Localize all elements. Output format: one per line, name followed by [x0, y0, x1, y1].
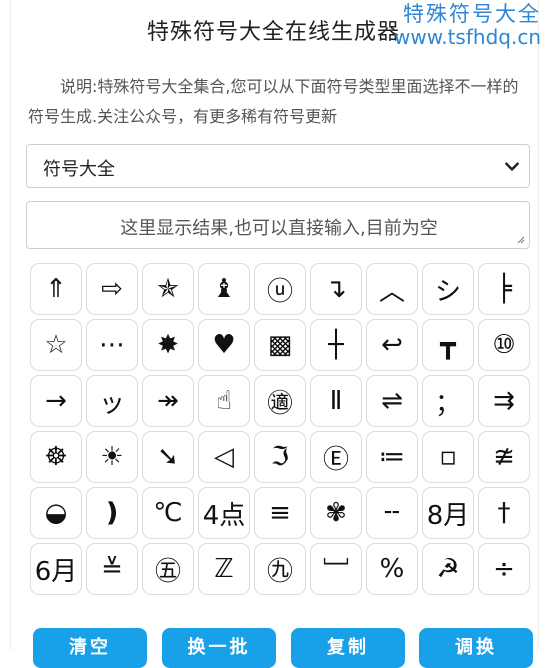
symbol-cell[interactable]: ッ	[86, 375, 138, 427]
symbol-cell[interactable]: ▫	[422, 431, 474, 483]
more-button[interactable]: 调换	[419, 628, 533, 668]
symbol-cell[interactable]: ╌	[366, 487, 418, 539]
chevron-down-icon	[505, 162, 519, 171]
symbol-cell[interactable]: Ⅱ	[310, 375, 362, 427]
symbol-cell[interactable]: 4点	[198, 487, 250, 539]
category-select-value: 符号大全	[43, 159, 115, 180]
copy-button[interactable]: 复制	[291, 628, 405, 668]
symbol-cell[interactable]: %	[366, 543, 418, 595]
symbol-cell[interactable]: 8月	[422, 487, 474, 539]
symbol-cell[interactable]: ↠	[142, 375, 194, 427]
symbol-cell[interactable]: ⇨	[86, 263, 138, 315]
symbol-cell[interactable]: ◁	[198, 431, 250, 483]
symbol-cell[interactable]: ≡	[254, 487, 306, 539]
symbol-cell[interactable]: ➘	[142, 431, 194, 483]
symbol-cell[interactable]: ↴	[310, 263, 362, 315]
symbol-cell[interactable]: ⑩	[478, 319, 530, 371]
symbol-cell[interactable]: ◒	[30, 487, 82, 539]
symbol-cell[interactable]: ；	[422, 375, 474, 427]
description-text: 说明:特殊符号大全集合,您可以从下面符号类型里面选择不一样的符号生成.关注公众号…	[28, 77, 519, 126]
symbol-cell[interactable]: ℤ	[198, 543, 250, 595]
symbol-cell[interactable]: ♝	[198, 263, 250, 315]
symbol-cell[interactable]: ⇑	[30, 263, 82, 315]
symbol-cell[interactable]: 6月	[30, 543, 82, 595]
change-batch-button[interactable]: 换一批	[162, 628, 276, 668]
category-select[interactable]: 符号大全	[26, 144, 530, 188]
symbol-cell[interactable]: ┼	[310, 319, 362, 371]
watermark-line2: www.tsfhdq.cn	[394, 25, 541, 50]
watermark-line1: 特殊符号大全	[403, 2, 541, 26]
clear-button[interactable]: 清空	[33, 628, 147, 668]
symbol-cell[interactable]: シ	[422, 263, 474, 315]
symbol-cell[interactable]: ✸	[142, 319, 194, 371]
symbol-cell[interactable]: ☀	[86, 431, 138, 483]
symbol-grid: ⇑ ⇨ ✯ ♝ ⓤ ↴ ︿ シ ╞ ☆ ⋯ ✸ ♥ ▩ ┼ ↩ ┳ ⑩ → ッ ↠ ☝ ㊜ Ⅱ ⇌； ⇉ ☸ ☀ ➘ ◁ ℑ Ⓔ ≔ ▫ ≇ ◒ ❫ ℃ 4…	[30, 263, 530, 595]
symbol-cell[interactable]: †	[478, 487, 530, 539]
result-placeholder: 这里显示结果,也可以直接输入,目前为空	[120, 218, 438, 239]
symbol-cell[interactable]: ☆	[30, 319, 82, 371]
symbol-cell[interactable]: ✯	[142, 263, 194, 315]
symbol-cell[interactable]: ❫	[86, 487, 138, 539]
symbol-cell[interactable]: ㊄	[142, 543, 194, 595]
symbol-cell[interactable]: ↩	[366, 319, 418, 371]
symbol-cell[interactable]: ⓤ	[254, 263, 306, 315]
symbol-cell[interactable]: ▩	[254, 319, 306, 371]
result-textarea[interactable]: 这里显示结果,也可以直接输入,目前为空	[26, 201, 530, 249]
symbol-cell[interactable]: ┳	[422, 319, 474, 371]
symbol-cell[interactable]: Ⓔ	[310, 431, 362, 483]
symbol-cell[interactable]: ⇌	[366, 375, 418, 427]
symbol-cell[interactable]: ㊜	[254, 375, 306, 427]
symbol-cell[interactable]: ≇	[478, 431, 530, 483]
symbol-cell[interactable]: ☝	[198, 375, 250, 427]
watermark: 特殊符号大全 www.tsfhdq.cn	[394, 2, 541, 49]
resize-grip-icon[interactable]	[515, 234, 525, 244]
symbol-cell[interactable]: ≔	[366, 431, 418, 483]
symbol-cell[interactable]: ℃	[142, 487, 194, 539]
symbol-cell[interactable]: ≚	[86, 543, 138, 595]
symbol-cell[interactable]: ℑ	[254, 431, 306, 483]
symbol-cell[interactable]: ⋯	[86, 319, 138, 371]
symbol-cell[interactable]: ☭	[422, 543, 474, 595]
symbol-cell[interactable]: →	[30, 375, 82, 427]
symbol-cell[interactable]: ÷	[478, 543, 530, 595]
symbol-cell[interactable]: ╞	[478, 263, 530, 315]
symbol-cell[interactable]: ♥	[198, 319, 250, 371]
symbol-cell[interactable]: ﹈	[310, 543, 362, 595]
symbol-cell[interactable]: ㊈	[254, 543, 306, 595]
symbol-cell[interactable]: ︿	[366, 263, 418, 315]
symbol-cell[interactable]: ⇉	[478, 375, 530, 427]
symbol-cell[interactable]: ✾	[310, 487, 362, 539]
symbol-cell[interactable]: ☸	[30, 431, 82, 483]
